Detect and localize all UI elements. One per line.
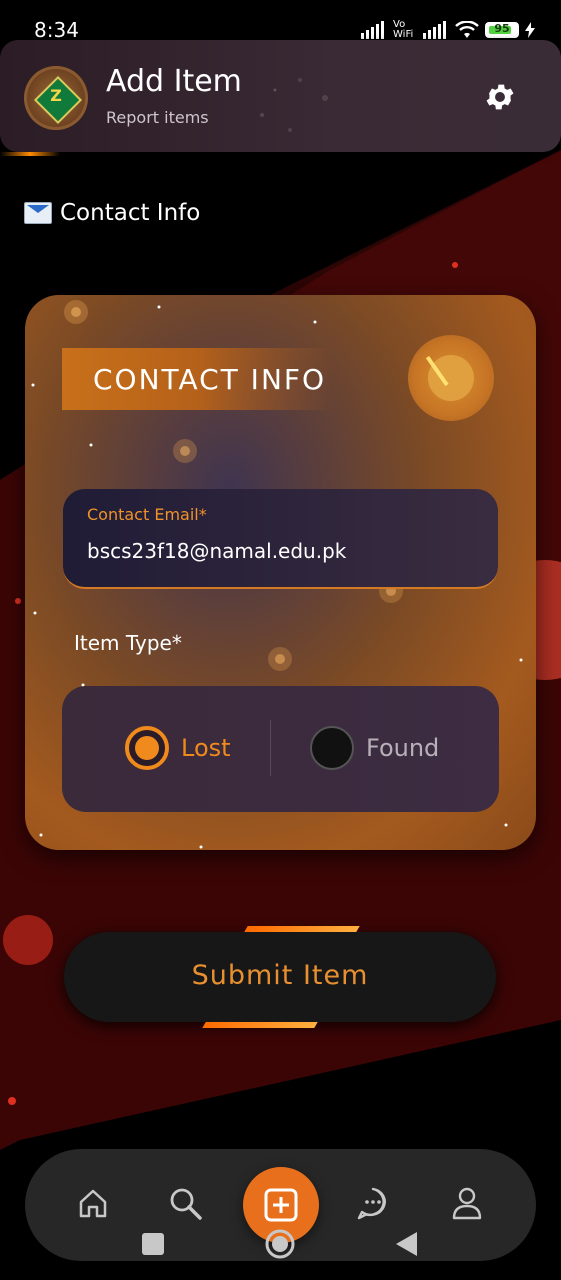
page-title: Add Item	[106, 64, 242, 99]
chat-icon[interactable]	[353, 1183, 393, 1223]
header-accent-line	[0, 152, 60, 156]
submit-accent-top	[244, 926, 360, 932]
logo-letter: Z	[50, 86, 62, 105]
radio-found-unselected-icon[interactable]	[310, 726, 354, 770]
app-header: Z Add Item Report items	[0, 40, 561, 152]
charging-icon	[525, 22, 535, 38]
contact-email-label: Contact Email*	[87, 505, 207, 524]
wifi-icon	[455, 21, 479, 38]
card-title: CONTACT INFO	[93, 363, 327, 396]
submit-item-label[interactable]: Submit Item	[64, 960, 496, 991]
page-subtitle: Report items	[106, 108, 209, 127]
envelope-icon	[24, 202, 52, 224]
contact-info-card: CONTACT INFO Contact Email* bscs23f18@na…	[25, 295, 536, 850]
contact-email-field[interactable]: Contact Email* bscs23f18@namal.edu.pk	[63, 489, 498, 589]
recents-button[interactable]	[142, 1233, 164, 1255]
signal-icon	[361, 21, 384, 39]
radio-lost-label[interactable]: Lost	[181, 734, 231, 762]
status-time: 8:34	[34, 18, 79, 42]
home-icon[interactable]	[73, 1183, 113, 1223]
radio-lost-selected-icon[interactable]	[125, 726, 169, 770]
system-nav-bar	[0, 1224, 561, 1264]
contact-email-value[interactable]: bscs23f18@namal.edu.pk	[87, 539, 346, 563]
back-button[interactable]	[396, 1232, 417, 1256]
radio-found[interactable]: Found	[310, 726, 439, 770]
status-bar: 8:34 Vo WiFi 95	[0, 0, 561, 44]
battery-icon: 95	[485, 22, 519, 38]
profile-icon[interactable]	[447, 1183, 487, 1223]
item-type-label: Item Type*	[74, 631, 182, 655]
system-nav-icons	[142, 1229, 417, 1259]
dial-icon	[408, 335, 494, 421]
signal-icon-2	[423, 21, 446, 39]
settings-gear-icon[interactable]	[483, 80, 517, 114]
radio-found-label[interactable]: Found	[366, 734, 439, 762]
section-heading: Contact Info	[24, 200, 200, 226]
submit-accent-bottom	[202, 1022, 318, 1028]
network-label: Vo WiFi	[393, 19, 414, 40]
item-type-selector: Lost Found	[62, 686, 499, 812]
type-divider	[270, 720, 271, 776]
battery-level: 95	[494, 22, 510, 35]
app-logo: Z	[24, 66, 88, 130]
submit-item-button[interactable]: Submit Item	[64, 926, 496, 1028]
search-icon[interactable]	[165, 1183, 205, 1223]
section-heading-text: Contact Info	[60, 200, 201, 226]
radio-lost[interactable]: Lost	[125, 726, 231, 770]
